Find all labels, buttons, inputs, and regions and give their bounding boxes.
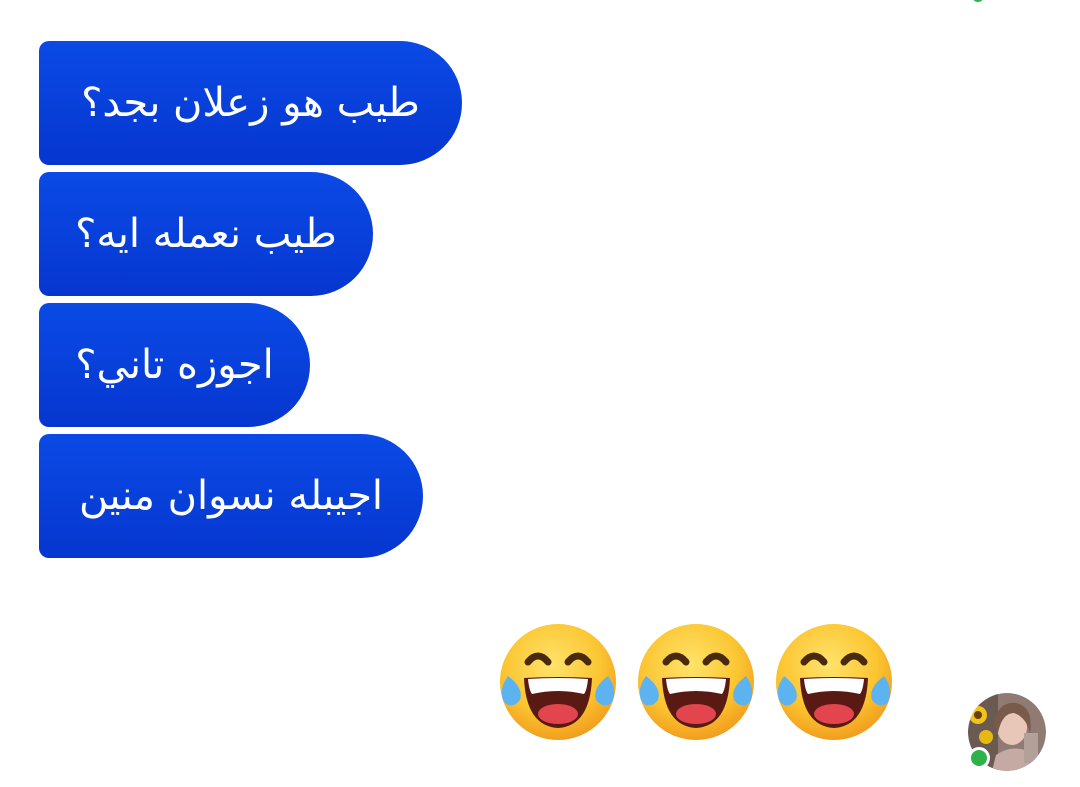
message-bubble[interactable]: اجيبله نسوان منين [39,434,423,558]
face-with-tears-of-joy-icon [500,624,616,740]
previous-avatar-peek [968,0,1012,4]
face-with-tears-of-joy-icon [776,624,892,740]
previous-online-indicator [972,0,984,2]
emoji-reply-message[interactable] [494,618,904,746]
contact-avatar[interactable] [968,693,1048,773]
face-with-tears-of-joy-icon [638,624,754,740]
message-text: طيب نعمله ايه؟ [75,211,337,257]
online-indicator [968,747,990,769]
message-bubble[interactable]: طيب هو زعلان بجد؟ [39,41,462,165]
message-bubble[interactable]: طيب نعمله ايه؟ [39,172,373,296]
message-text: طيب هو زعلان بجد؟ [81,80,420,126]
message-bubble[interactable]: اجوزه تاني؟ [39,303,310,427]
message-text: اجيبله نسوان منين [78,473,384,519]
message-text: اجوزه تاني؟ [75,342,274,388]
